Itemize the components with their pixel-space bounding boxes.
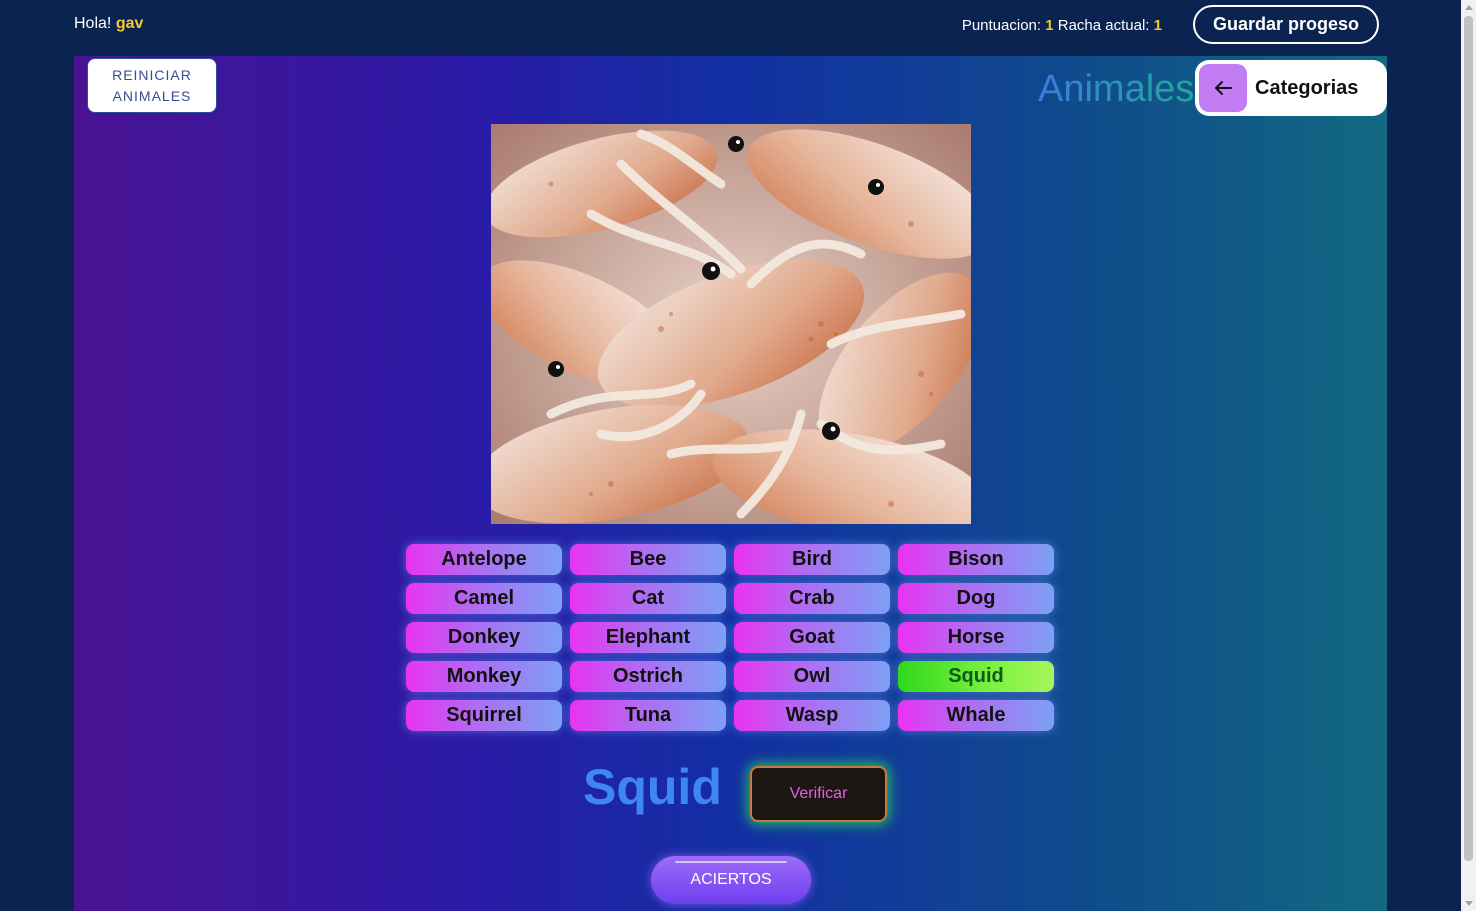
options-grid: Antelope Bee Bird Bison Camel Cat Crab Dog Donke… — [406, 544, 1055, 731]
category-title: Animales — [1038, 68, 1195, 110]
greeting-text: Hola! — [74, 15, 112, 32]
option-button-cat[interactable]: Cat — [570, 583, 726, 614]
greeting: Hola! gav — [74, 15, 143, 33]
option-button-bison[interactable]: Bison — [898, 544, 1054, 575]
option-button-elephant[interactable]: Elephant — [570, 622, 726, 653]
option-button-squirrel[interactable]: Squirrel — [406, 700, 562, 731]
option-button-donkey[interactable]: Donkey — [406, 622, 562, 653]
option-button-horse[interactable]: Horse — [898, 622, 1054, 653]
streak-value: 1 — [1153, 17, 1162, 34]
option-button-crab[interactable]: Crab — [734, 583, 890, 614]
option-button-camel[interactable]: Camel — [406, 583, 562, 614]
hits-button[interactable]: ACIERTOS — [651, 856, 811, 904]
scroll-up-icon[interactable] — [1465, 5, 1473, 10]
categories-button-label: Categorias — [1255, 76, 1359, 99]
option-button-dog[interactable]: Dog — [898, 583, 1054, 614]
scrollbar-thumb[interactable] — [1464, 16, 1473, 861]
game-area: REINICIAR ANIMALES Animales Categorias A… — [74, 56, 1387, 911]
option-button-whale[interactable]: Whale — [898, 700, 1054, 731]
categories-button[interactable]: Categorias — [1195, 60, 1387, 116]
option-button-monkey[interactable]: Monkey — [406, 661, 562, 692]
scrollbar[interactable] — [1461, 0, 1476, 911]
score-info: Puntuacion: 1 Racha actual: 1 — [962, 17, 1162, 34]
score-label: Puntuacion: — [961, 17, 1042, 34]
option-button-goat[interactable]: Goat — [734, 622, 890, 653]
top-bar: Hola! gav Puntuacion: 1 Racha actual: 1 … — [0, 0, 1461, 56]
scroll-down-icon[interactable] — [1465, 901, 1473, 906]
option-button-squid[interactable]: Squid — [898, 661, 1054, 692]
username: gav — [115, 15, 144, 32]
option-button-owl[interactable]: Owl — [734, 661, 890, 692]
streak-label: Racha actual: — [1057, 17, 1150, 34]
option-button-ostrich[interactable]: Ostrich — [570, 661, 726, 692]
arrow-left-icon — [1199, 64, 1247, 112]
option-button-bird[interactable]: Bird — [734, 544, 890, 575]
animal-image — [491, 124, 971, 524]
option-button-wasp[interactable]: Wasp — [734, 700, 890, 731]
save-progress-button[interactable]: Guardar progeso — [1193, 5, 1379, 44]
option-button-tuna[interactable]: Tuna — [570, 700, 726, 731]
score-value: 1 — [1045, 17, 1054, 34]
option-button-antelope[interactable]: Antelope — [406, 544, 562, 575]
verify-button[interactable]: Verificar — [750, 766, 887, 822]
reset-category-button[interactable]: REINICIAR ANIMALES — [87, 58, 217, 113]
selected-answer: Squid — [583, 759, 722, 815]
option-button-bee[interactable]: Bee — [570, 544, 726, 575]
